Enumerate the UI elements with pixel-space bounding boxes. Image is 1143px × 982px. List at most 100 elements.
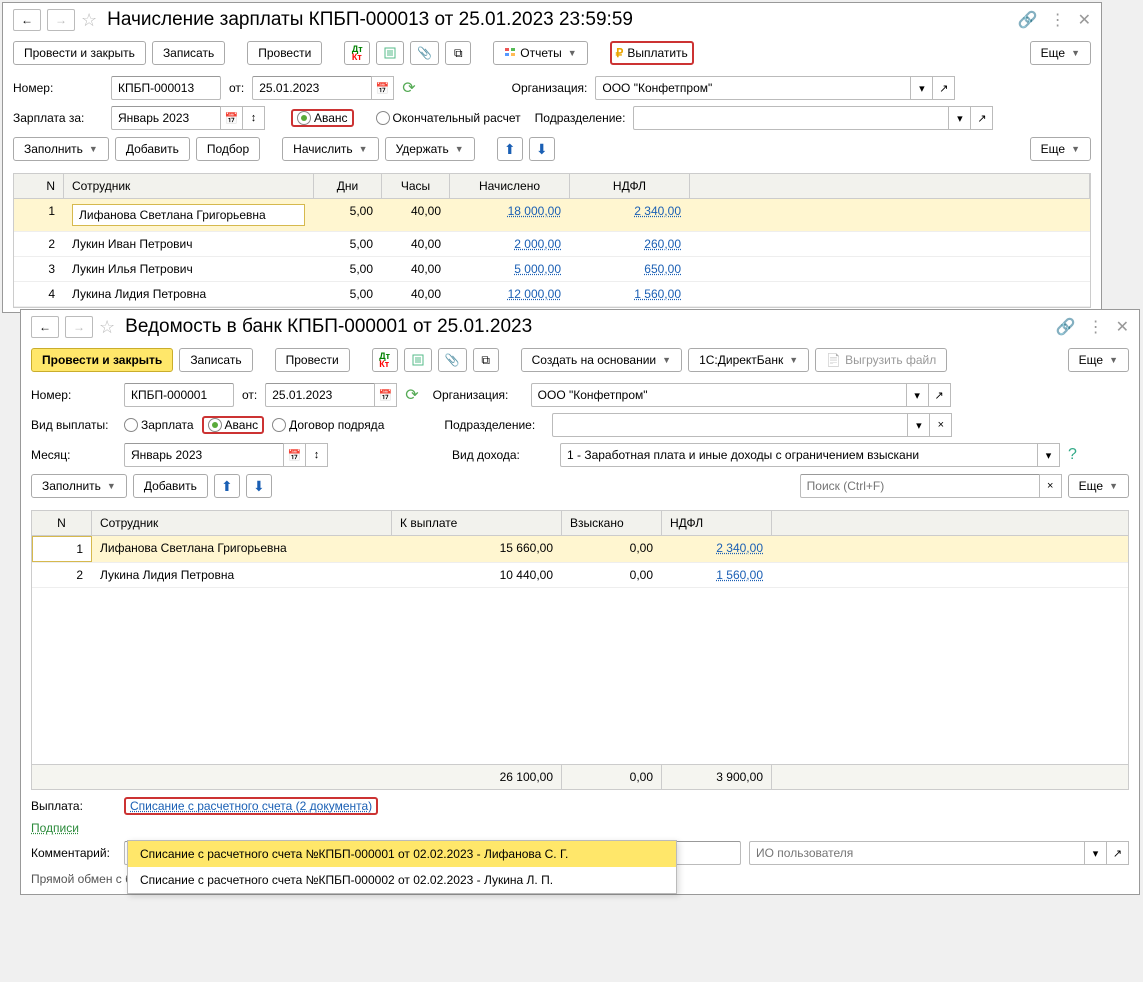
pick-button[interactable]: Подбор — [196, 137, 260, 161]
income-dropdown-icon[interactable]: ▾ — [1038, 443, 1060, 467]
user-open-icon[interactable]: ↗ — [1107, 841, 1129, 865]
save-button-2[interactable]: Записать — [179, 348, 252, 372]
col-emp-2[interactable]: Сотрудник — [92, 511, 392, 535]
period-step-icon[interactable]: ↕ — [243, 106, 265, 130]
export-button[interactable]: 📄Выгрузить файл — [815, 348, 947, 372]
close-icon[interactable]: ✕ — [1078, 10, 1091, 30]
radio-salary[interactable]: Зарплата — [124, 418, 194, 432]
refresh-icon-2[interactable]: ⟳ — [405, 385, 418, 405]
table-row[interactable]: 3 Лукин Илья Петрович 5,00 40,00 5 000,0… — [14, 257, 1090, 282]
favorite-icon-2[interactable]: ☆ — [99, 317, 115, 338]
clip-button[interactable]: 📎 — [410, 41, 439, 65]
table-row[interactable]: 4 Лукина Лидия Петровна 5,00 40,00 12 00… — [14, 282, 1090, 307]
number-field-2[interactable] — [124, 383, 234, 407]
payout-link[interactable]: Списание с расчетного счета (2 документа… — [124, 797, 378, 815]
more2-button-2[interactable]: Еще▼ — [1068, 474, 1129, 498]
post-close-button[interactable]: Провести и закрыть — [13, 41, 146, 65]
copy-icon-button[interactable]: ⧉ — [445, 41, 471, 65]
org-dropdown-icon[interactable]: ▾ — [911, 76, 933, 100]
up-button-2[interactable]: ⬆ — [214, 474, 240, 498]
radio-contract[interactable]: Договор подряда — [272, 418, 384, 432]
dept-open-icon[interactable]: ↗ — [971, 106, 993, 130]
copy-icon-button-2[interactable]: ⧉ — [473, 348, 499, 372]
table-row[interactable]: 1 Лифанова Светлана Григорьевна 5,00 40,… — [14, 199, 1090, 232]
org-field[interactable] — [595, 76, 911, 100]
org-field-2[interactable] — [531, 383, 907, 407]
income-field[interactable] — [560, 443, 1038, 467]
search-input[interactable] — [800, 474, 1040, 498]
hold-button[interactable]: Удержать▼ — [385, 137, 475, 161]
col-pay[interactable]: К выплате — [392, 511, 562, 535]
user-field[interactable] — [749, 841, 1085, 865]
calendar-icon[interactable]: 📅 — [372, 76, 394, 100]
popup-item-1[interactable]: Списание с расчетного счета №КПБП-000001… — [128, 841, 676, 867]
post-close-button-2[interactable]: Провести и закрыть — [31, 348, 173, 372]
col-ndfl-2[interactable]: НДФЛ — [662, 511, 772, 535]
table-row[interactable]: 1 Лифанова Светлана Григорьевна 15 660,0… — [32, 536, 1128, 563]
search-clear-icon[interactable]: × — [1040, 474, 1062, 498]
reports-button[interactable]: Отчеты▼ — [493, 41, 587, 65]
dtkt-button-2[interactable]: ДтКт — [372, 348, 398, 372]
col-n-2[interactable]: N — [32, 511, 92, 535]
sign-link[interactable]: Подписи — [31, 821, 116, 835]
col-n[interactable]: N — [14, 174, 64, 198]
dept-field[interactable] — [633, 106, 949, 130]
month-calendar-icon[interactable]: 📅 — [284, 443, 306, 467]
list-icon-button[interactable] — [376, 41, 404, 65]
back-button-2[interactable]: ← — [31, 316, 59, 338]
month-step-icon[interactable]: ↕ — [306, 443, 328, 467]
close-icon-2[interactable]: ✕ — [1116, 317, 1129, 337]
date-field[interactable] — [252, 76, 372, 100]
col-days[interactable]: Дни — [314, 174, 382, 198]
popup-item-2[interactable]: Списание с расчетного счета №КПБП-000002… — [128, 867, 676, 893]
favorite-icon[interactable]: ☆ — [81, 10, 97, 31]
forward-button[interactable]: → — [47, 9, 75, 31]
up-button[interactable]: ⬆ — [497, 137, 523, 161]
radio-final[interactable]: Окончательный расчет — [376, 111, 521, 125]
back-button[interactable]: ← — [13, 9, 41, 31]
fill-button-2[interactable]: Заполнить▼ — [31, 474, 127, 498]
col-ndfl[interactable]: НДФЛ — [570, 174, 690, 198]
col-emp[interactable]: Сотрудник — [64, 174, 314, 198]
clip-button-2[interactable]: 📎 — [438, 348, 467, 372]
dept-dropdown-icon-2[interactable]: ▾ — [908, 413, 930, 437]
period-field[interactable] — [111, 106, 221, 130]
help-icon[interactable]: ? — [1068, 446, 1077, 464]
org-dropdown-icon-2[interactable]: ▾ — [907, 383, 929, 407]
col-accrued[interactable]: Начислено — [450, 174, 570, 198]
more2-button[interactable]: Еще▼ — [1030, 137, 1091, 161]
add-button[interactable]: Добавить — [115, 137, 190, 161]
date-field-2[interactable] — [265, 383, 375, 407]
direct-bank-button[interactable]: 1С:ДиректБанк▼ — [688, 348, 809, 372]
dept-clear-icon[interactable]: × — [930, 413, 952, 437]
radio-avans-2[interactable]: Аванс — [202, 416, 265, 434]
col-hours[interactable]: Часы — [382, 174, 450, 198]
dtkt-button[interactable]: ДтКт — [344, 41, 370, 65]
org-open-icon[interactable]: ↗ — [933, 76, 955, 100]
radio-avans[interactable]: Аванс — [291, 109, 354, 127]
save-button[interactable]: Записать — [152, 41, 225, 65]
link-icon-2[interactable]: 🔗 — [1056, 317, 1076, 337]
user-dropdown-icon[interactable]: ▾ — [1085, 841, 1107, 865]
post-button-2[interactable]: Провести — [275, 348, 350, 372]
link-icon[interactable]: 🔗 — [1018, 10, 1038, 30]
more-button[interactable]: Еще▼ — [1030, 41, 1091, 65]
down-button-2[interactable]: ⬇ — [246, 474, 272, 498]
col-collected[interactable]: Взыскано — [562, 511, 662, 535]
refresh-icon[interactable]: ⟳ — [402, 78, 415, 98]
more-button-2[interactable]: Еще▼ — [1068, 348, 1129, 372]
create-on-button[interactable]: Создать на основании▼ — [521, 348, 682, 372]
list-icon-button-2[interactable] — [404, 348, 432, 372]
accrue-button[interactable]: Начислить▼ — [282, 137, 378, 161]
pay-button[interactable]: ₽Выплатить — [610, 41, 694, 65]
table-row[interactable]: 2 Лукин Иван Петрович 5,00 40,00 2 000,0… — [14, 232, 1090, 257]
month-field[interactable] — [124, 443, 284, 467]
calendar-icon-2[interactable]: 📅 — [375, 383, 397, 407]
down-button[interactable]: ⬇ — [529, 137, 555, 161]
dept-field-2[interactable] — [552, 413, 908, 437]
dept-dropdown-icon[interactable]: ▾ — [949, 106, 971, 130]
add-button-2[interactable]: Добавить — [133, 474, 208, 498]
org-open-icon-2[interactable]: ↗ — [929, 383, 951, 407]
period-calendar-icon[interactable]: 📅 — [221, 106, 243, 130]
number-field[interactable] — [111, 76, 221, 100]
